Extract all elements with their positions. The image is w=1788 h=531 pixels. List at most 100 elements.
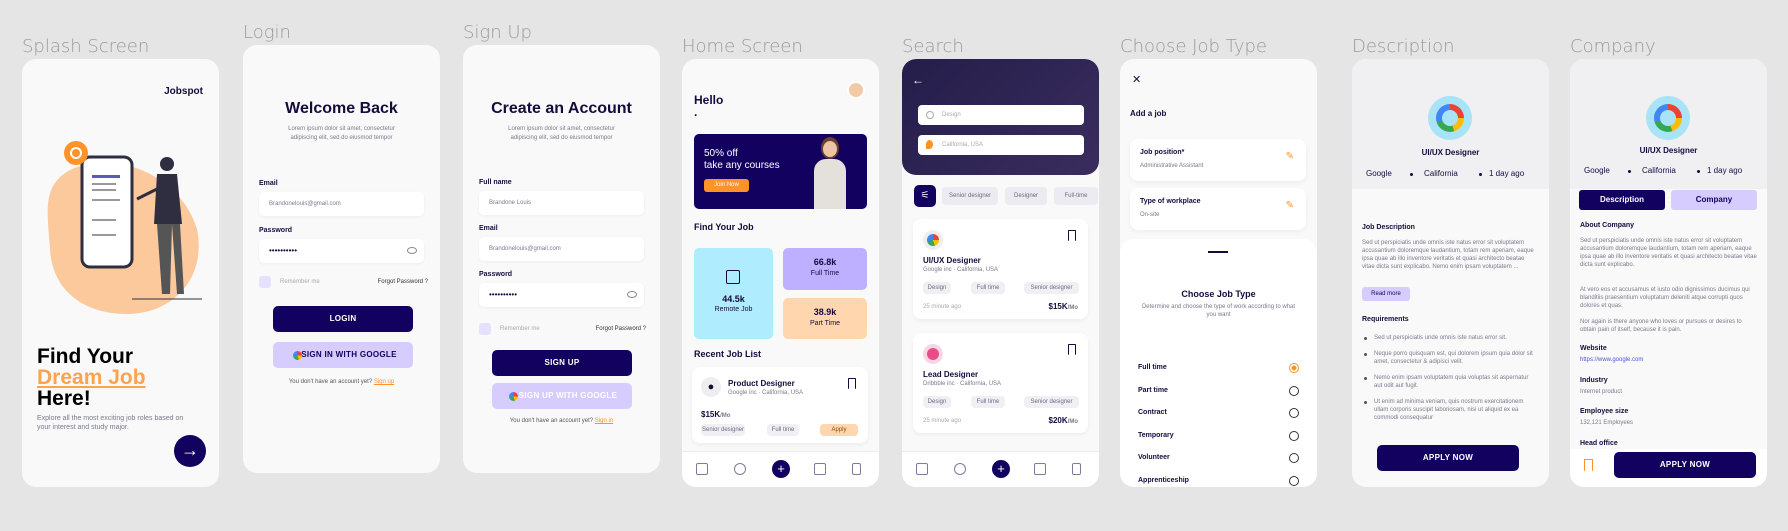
filter-chip[interactable]: Senior designer [942, 187, 998, 205]
search-input[interactable]: Design [918, 105, 1084, 125]
password-field[interactable]: •••••••••• [259, 239, 424, 263]
job-company: Dribbble inc · California, USA [923, 381, 1002, 387]
job-salary-period: /Mo [720, 413, 731, 419]
parttime-card[interactable]: 38.9k Part Time [783, 298, 867, 339]
close-icon[interactable]: ✕ [1132, 73, 1141, 86]
requirement-item: Ut enim ad minima veniam, quis nostrum e… [1374, 399, 1524, 421]
label-description: Description [1352, 36, 1455, 57]
job-salary: $20K [1048, 416, 1068, 425]
splash-subtitle: Explore all the most exciting job roles … [37, 415, 184, 431]
location-input[interactable]: California, USA [918, 135, 1084, 155]
job-type-radio[interactable] [1289, 408, 1299, 418]
forgot-password-link[interactable]: Forgot Password ? [596, 326, 646, 332]
eye-icon[interactable] [407, 247, 417, 254]
find-job-title: Find Your Job [694, 222, 754, 232]
email-field[interactable]: Brandonelouis@gmail.com [259, 192, 424, 216]
job-time: 25 minute ago [923, 418, 962, 424]
job-salary: $15K [701, 410, 721, 419]
bookmark-icon[interactable] [1068, 230, 1076, 241]
job-card[interactable]: Lead Designer Dribbble inc · California,… [913, 333, 1088, 433]
job-type-radio[interactable] [1289, 475, 1299, 486]
login-button[interactable]: LOGIN [273, 306, 413, 332]
eye-icon[interactable] [627, 291, 637, 298]
chat-icon[interactable] [1034, 463, 1046, 475]
job-type-radio[interactable] [1289, 363, 1299, 373]
industry-value: Internet product [1580, 389, 1623, 395]
home-icon[interactable] [696, 463, 708, 475]
remember-checkbox[interactable] [479, 323, 491, 335]
job-salary-period: /Mo [1067, 305, 1078, 311]
chat-icon[interactable] [814, 463, 826, 475]
fulltime-card[interactable]: 66.8k Full Time [783, 248, 867, 290]
apply-now-button[interactable]: APPLY NOW [1377, 445, 1519, 471]
apply-now-button[interactable]: APPLY NOW [1614, 452, 1756, 478]
sheet-title: Choose Job Type [1181, 289, 1256, 299]
job-type-radio[interactable] [1289, 430, 1299, 441]
job-type-label: Temporary [1138, 431, 1174, 439]
field-value: On-site [1140, 212, 1160, 218]
add-icon[interactable]: + [992, 460, 1010, 478]
password-field[interactable]: •••••••••• [479, 283, 644, 307]
filter-chip[interactable]: Full-time [1054, 187, 1098, 205]
remote-job-card[interactable]: 44.5k Remote Job [694, 248, 773, 339]
job-type-label: Full time [1138, 364, 1167, 371]
about-paragraph: Nor again is there anyone who loves or p… [1580, 319, 1742, 333]
edit-icon[interactable]: ✎ [1286, 151, 1294, 162]
bookmark-nav-icon[interactable] [852, 463, 861, 475]
filter-chip[interactable]: Designer [1005, 187, 1047, 205]
remember-checkbox[interactable] [259, 276, 271, 288]
chip-fulltime: Full time [767, 424, 799, 436]
company-screen: UI/UX Designer Google California 1 day a… [1570, 59, 1767, 487]
signup-button[interactable]: SIGN UP [492, 350, 632, 376]
job-card[interactable]: UI/UX Designer Google inc · California, … [913, 219, 1088, 319]
network-icon[interactable] [734, 463, 746, 475]
job-chip: Full time [971, 396, 1005, 408]
workplace-field[interactable]: Type of workplace On-site ✎ [1130, 188, 1306, 230]
edit-icon[interactable]: ✎ [1286, 200, 1294, 211]
job-salary-period: /Mo [1067, 419, 1078, 425]
about-title: About Company [1580, 222, 1635, 229]
job-title: UI/UX Designer [1421, 148, 1480, 157]
job-type-radio[interactable] [1289, 385, 1299, 396]
signin-link[interactable]: Sign in [595, 418, 613, 424]
label-signup: Sign Up [463, 22, 532, 43]
apply-button[interactable]: Apply [820, 424, 858, 436]
bookmark-icon[interactable] [848, 378, 856, 389]
email-label: Email [259, 180, 278, 187]
company-name: Google [1584, 166, 1610, 175]
password-label: Password [479, 271, 513, 278]
signup-link[interactable]: Sign up [374, 379, 394, 385]
forgot-password-link[interactable]: Forgot Password ? [378, 279, 428, 285]
filter-icon[interactable]: ⚟ [914, 185, 936, 207]
drag-handle[interactable] [1208, 251, 1228, 253]
back-arrow-icon[interactable]: ← [912, 73, 924, 87]
job-card[interactable]: ● Product Designer Google inc · Californ… [692, 367, 868, 443]
google-signin-label: SIGN IN WITH GOOGLE [301, 350, 397, 359]
add-icon[interactable]: + [772, 460, 790, 478]
chip-senior: Senior designer [701, 424, 745, 436]
job-type-radio[interactable] [1289, 453, 1299, 463]
network-icon[interactable] [954, 463, 966, 475]
avatar[interactable] [847, 81, 865, 99]
jobtype-screen: ✕ Add a job Job position* Administrative… [1120, 59, 1317, 487]
email-field[interactable]: Brandonelouis@gmail.com [479, 237, 644, 261]
fullname-field[interactable]: Brandone Louis [479, 191, 644, 215]
join-now-button[interactable]: Join Now [704, 179, 749, 192]
tab-description[interactable]: Description [1579, 190, 1665, 210]
requirement-item: Nemo enim ipsam voluptatem quia voluptas… [1374, 375, 1529, 389]
job-chip: Design [923, 396, 951, 408]
next-arrow-button[interactable]: → [174, 435, 206, 467]
tab-company[interactable]: Company [1671, 190, 1757, 210]
bookmark-nav-icon[interactable] [1072, 463, 1081, 475]
bottom-sheet: Choose Job Type Determine and choose the… [1120, 239, 1317, 487]
bookmark-icon[interactable] [1068, 344, 1076, 355]
website-label: Website [1580, 345, 1607, 352]
google-logo-icon [1428, 96, 1472, 140]
website-link[interactable]: https://www.google.com [1580, 357, 1643, 363]
banner-line2: take any courses [704, 160, 780, 171]
search-screen: ← Design California, USA ⚟ Senior design… [902, 59, 1099, 487]
read-more-button[interactable]: Read more [1362, 287, 1410, 301]
home-icon[interactable] [916, 463, 928, 475]
job-position-field[interactable]: Job position* Administrative Assistant ✎ [1130, 139, 1306, 181]
bookmark-icon[interactable] [1584, 459, 1593, 471]
